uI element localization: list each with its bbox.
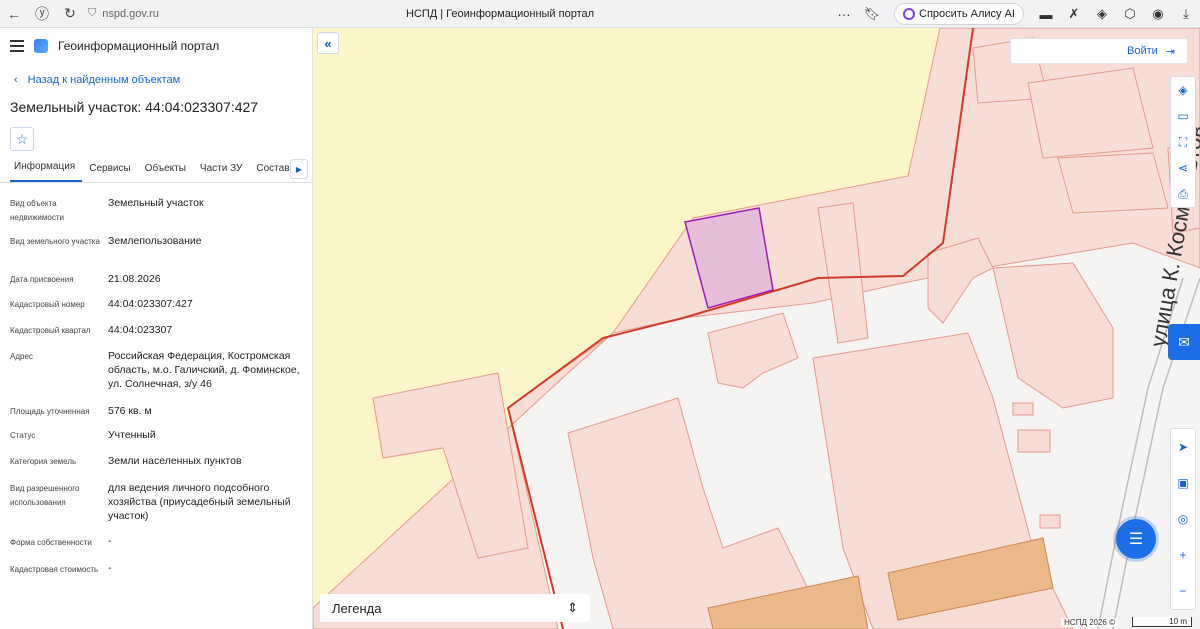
prop-value: 44:04:023307 xyxy=(108,324,173,336)
assistant-chat-button[interactable]: ☰ xyxy=(1116,519,1156,559)
back-arrow-icon[interactable]: ← xyxy=(0,0,28,28)
reload-icon[interactable]: ↻ xyxy=(56,0,84,28)
parcel-ne-3 xyxy=(1057,152,1169,214)
sunglasses-icon[interactable]: ▬ xyxy=(1032,0,1060,28)
parcel-small-3 xyxy=(1039,514,1061,529)
tab-parts[interactable]: Части ЗУ xyxy=(193,163,249,182)
prop-label: Дата присвоения xyxy=(10,275,74,284)
tabs-scroll-right-icon[interactable]: ▶ xyxy=(290,159,308,179)
prop-label: Кадастровый номер xyxy=(10,300,85,309)
prop-value: Учтенный xyxy=(108,429,156,441)
ruler-icon[interactable]: ▭ xyxy=(1171,103,1195,129)
address-bar[interactable]: ⛉ nspd.gov.ru xyxy=(88,3,408,25)
prop-value: - xyxy=(108,535,112,547)
legend-label: Легенда xyxy=(332,600,382,616)
zoom-in-icon[interactable]: + xyxy=(1171,537,1195,573)
prop-value: Землепользование xyxy=(108,235,202,247)
select-area-icon[interactable]: ⛶ xyxy=(1171,129,1195,155)
more-dots-icon[interactable]: ··· xyxy=(830,0,858,28)
alice-button[interactable]: Спросить Алису AI xyxy=(894,3,1024,25)
prop-label: Статус xyxy=(10,431,36,440)
portal-name: Геоинформационный портал xyxy=(58,39,220,53)
prop-label: Вид объекта недвижимости xyxy=(10,199,64,222)
profile-icon[interactable]: ◉ xyxy=(1144,0,1172,28)
parcel-small-1 xyxy=(1012,402,1034,416)
prop-label: Вид земельного участка xyxy=(10,237,100,246)
map-tools-top: ◈ ▭ ⛶ ⋖ ⎙ xyxy=(1170,76,1196,208)
portal-header: Геоинформационный портал xyxy=(0,28,312,64)
locate-icon[interactable]: ➤ xyxy=(1171,429,1195,465)
alice-label: Спросить Алису AI xyxy=(919,8,1015,20)
zoom-out-icon[interactable]: − xyxy=(1171,573,1195,609)
prop-value: 21.08.2026 xyxy=(108,273,161,285)
prop-label: Кадастровый квартал xyxy=(10,326,91,335)
tab-bar: Информация Сервисы Объекты Части ЗУ Сост… xyxy=(0,153,312,183)
prop-label: Форма собственности xyxy=(10,538,92,547)
geo-search-icon[interactable]: ◎ xyxy=(1171,501,1195,537)
minimap-icon[interactable]: ▣ xyxy=(1171,465,1195,501)
object-title: Земельный участок: 44:04:023307:427 xyxy=(10,99,259,115)
portal-logo-icon xyxy=(34,39,48,53)
tab-services[interactable]: Сервисы xyxy=(82,163,137,182)
login-label: Войти xyxy=(1126,45,1158,57)
map-scale: 10 m xyxy=(1132,617,1192,627)
url-text: nspd.gov.ru xyxy=(102,7,159,20)
prop-value: Земли населенных пунктов xyxy=(108,455,242,467)
chat-bubble-icon: ✉ xyxy=(1178,333,1190,350)
favorite-button[interactable]: ☆ xyxy=(10,127,34,151)
browser-right-controls: ··· 🔖︎ Спросить Алису AI ▬ ✗ ◈ ⬡ ◉ ⤓ xyxy=(830,0,1200,28)
tab-objects[interactable]: Объекты xyxy=(138,163,193,182)
shield-icon: ⛉ xyxy=(88,7,97,19)
star-icon: ☆ xyxy=(15,130,29,147)
share-icon[interactable]: ⋖ xyxy=(1171,155,1195,181)
info-panel: Геоинформационный портал ‹ Назад к найде… xyxy=(0,28,313,629)
prop-label: Площадь уточненная xyxy=(10,407,90,416)
cube-icon[interactable]: ⬡ xyxy=(1116,0,1144,28)
prop-value: Российская Федерация, Костромская област… xyxy=(108,350,300,390)
prop-label: Вид разрешенного использования xyxy=(10,484,80,507)
yandex-icon[interactable]: ⓨ xyxy=(28,0,56,28)
download-icon[interactable]: ⤓ xyxy=(1172,0,1200,28)
login-icon: ⇥ xyxy=(1165,45,1175,58)
map-tools-bottom: ➤ ▣ ◎ + − xyxy=(1170,428,1196,610)
collapse-panel-button[interactable]: « xyxy=(317,32,339,54)
puzzle-icon[interactable]: ◈ xyxy=(1088,0,1116,28)
bookmark-icon[interactable]: 🔖︎ xyxy=(858,0,886,28)
back-link-label: Назад к найденным объектам xyxy=(27,74,181,86)
parcel-ne-2 xyxy=(1027,67,1154,159)
help-chat-button[interactable]: ✉ xyxy=(1168,324,1200,360)
prop-label: Кадастровая стоимость xyxy=(10,565,99,574)
prop-value: - xyxy=(108,562,112,574)
prop-value: 44:04:023307:427 xyxy=(108,298,193,310)
cadastral-map[interactable]: улица К. Космонавтов « Войти ⇥ ◈ ▭ ⛶ ⋖ ⎙… xyxy=(313,28,1200,629)
alice-icon xyxy=(903,8,916,20)
parcel-small-2 xyxy=(1017,429,1051,453)
prop-label: Категория земель xyxy=(10,457,77,466)
chevron-left-icon: ‹ xyxy=(14,74,18,86)
message-icon: ☰ xyxy=(1128,531,1144,548)
extension-x-icon[interactable]: ✗ xyxy=(1060,0,1088,28)
prop-value: для ведения личного подсобного хозяйства… xyxy=(108,482,291,522)
hamburger-menu-icon[interactable] xyxy=(10,40,24,52)
chevron-updown-icon: ⇕ xyxy=(567,600,578,615)
tab-info[interactable]: Информация xyxy=(10,161,83,182)
prop-label: Адрес xyxy=(10,352,33,361)
legend-dropdown[interactable]: Легенда ⇕ xyxy=(320,594,590,622)
prop-value: Земельный участок xyxy=(108,197,204,209)
login-button[interactable]: Войти ⇥ xyxy=(1010,38,1188,64)
layers-icon[interactable]: ◈ xyxy=(1171,77,1195,103)
back-to-results-link[interactable]: ‹ Назад к найденным объектам xyxy=(0,72,312,88)
map-copyright: НСПД 2026 © xyxy=(1061,618,1118,627)
map-canvas[interactable]: улица К. Космонавтов xyxy=(313,28,1200,629)
print-icon[interactable]: ⎙ xyxy=(1171,181,1195,207)
prop-value: 576 кв. м xyxy=(108,405,152,417)
